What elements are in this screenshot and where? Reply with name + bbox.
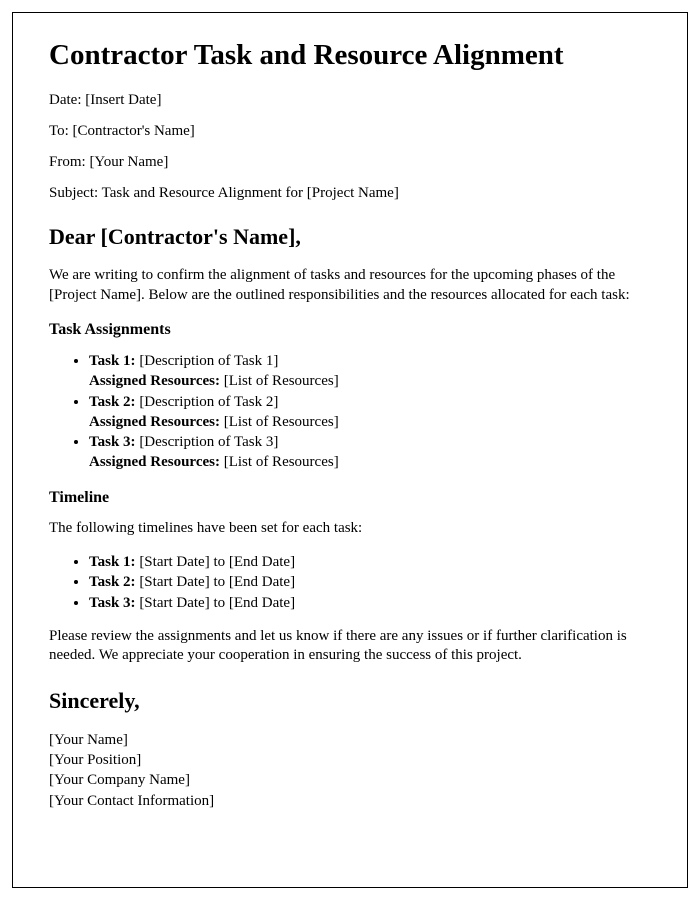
assigned-value: [List of Resources] bbox=[224, 454, 339, 470]
date-value: [Insert Date] bbox=[85, 92, 161, 108]
document-title: Contractor Task and Resource Alignment bbox=[49, 39, 651, 72]
task-label: Task 1: bbox=[89, 353, 139, 369]
timeline-heading: Timeline bbox=[49, 489, 651, 507]
signoff: Sincerely, bbox=[49, 688, 651, 714]
closing-paragraph: Please review the assignments and let us… bbox=[49, 627, 651, 666]
assigned-label: Assigned Resources: bbox=[89, 373, 224, 389]
timeline-range: [Start Date] to [End Date] bbox=[139, 595, 295, 611]
task-list: Task 1: [Description of Task 1] Assigned… bbox=[89, 351, 651, 473]
document-page: Contractor Task and Resource Alignment D… bbox=[12, 12, 688, 888]
task-item: Task 2: [Description of Task 2] Assigned… bbox=[89, 392, 651, 433]
signature-position: [Your Position] bbox=[49, 750, 651, 770]
timeline-item: Task 2: [Start Date] to [End Date] bbox=[89, 572, 651, 592]
subject-label: Subject: bbox=[49, 185, 102, 201]
task-item: Task 3: [Description of Task 3] Assigned… bbox=[89, 432, 651, 473]
timeline-range: [Start Date] to [End Date] bbox=[139, 554, 295, 570]
intro-paragraph: We are writing to confirm the alignment … bbox=[49, 266, 651, 305]
task-assignments-heading: Task Assignments bbox=[49, 321, 651, 339]
task-label: Task 3: bbox=[89, 434, 139, 450]
timeline-item: Task 1: [Start Date] to [End Date] bbox=[89, 552, 651, 572]
task-desc: [Description of Task 3] bbox=[139, 434, 278, 450]
timeline-intro: The following timelines have been set fo… bbox=[49, 519, 651, 539]
assigned-value: [List of Resources] bbox=[224, 373, 339, 389]
to-label: To: bbox=[49, 123, 73, 139]
timeline-label: Task 1: bbox=[89, 554, 139, 570]
meta-date: Date: [Insert Date] bbox=[49, 92, 651, 109]
signature-contact: [Your Contact Information] bbox=[49, 791, 651, 811]
assigned-value: [List of Resources] bbox=[224, 414, 339, 430]
task-desc: [Description of Task 2] bbox=[139, 394, 278, 410]
meta-from: From: [Your Name] bbox=[49, 154, 651, 171]
task-label: Task 2: bbox=[89, 394, 139, 410]
assigned-label: Assigned Resources: bbox=[89, 454, 224, 470]
from-value: [Your Name] bbox=[89, 154, 168, 170]
task-desc: [Description of Task 1] bbox=[139, 353, 278, 369]
timeline-label: Task 2: bbox=[89, 574, 139, 590]
timeline-list: Task 1: [Start Date] to [End Date] Task … bbox=[89, 552, 651, 613]
timeline-label: Task 3: bbox=[89, 595, 139, 611]
signature-company: [Your Company Name] bbox=[49, 770, 651, 790]
meta-subject: Subject: Task and Resource Alignment for… bbox=[49, 185, 651, 202]
salutation: Dear [Contractor's Name], bbox=[49, 224, 651, 250]
assigned-label: Assigned Resources: bbox=[89, 414, 224, 430]
date-label: Date: bbox=[49, 92, 85, 108]
timeline-item: Task 3: [Start Date] to [End Date] bbox=[89, 593, 651, 613]
timeline-range: [Start Date] to [End Date] bbox=[139, 574, 295, 590]
task-item: Task 1: [Description of Task 1] Assigned… bbox=[89, 351, 651, 392]
subject-value: Task and Resource Alignment for [Project… bbox=[102, 185, 399, 201]
to-value: [Contractor's Name] bbox=[73, 123, 195, 139]
from-label: From: bbox=[49, 154, 89, 170]
meta-to: To: [Contractor's Name] bbox=[49, 123, 651, 140]
signature-name: [Your Name] bbox=[49, 730, 651, 750]
